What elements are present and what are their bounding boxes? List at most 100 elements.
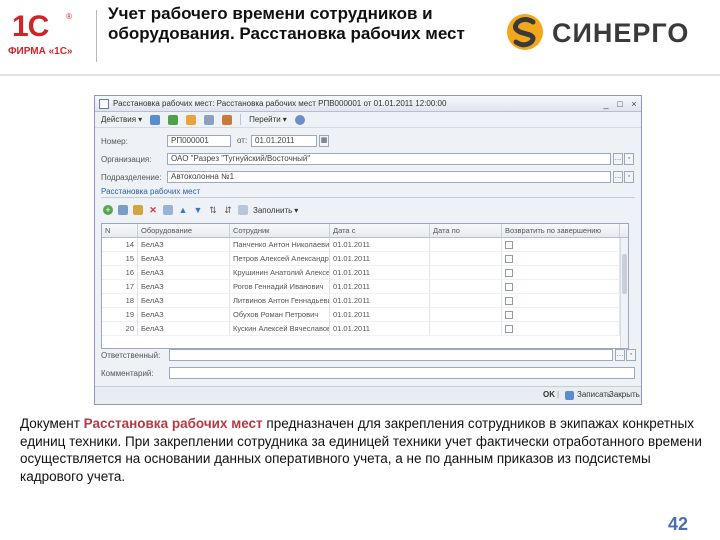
cell-date-to[interactable] bbox=[430, 308, 502, 321]
select-icon[interactable]: … bbox=[615, 349, 625, 361]
document-icon bbox=[99, 98, 109, 109]
cell-employee[interactable]: Кускин Алексей Вячеславович bbox=[230, 322, 330, 335]
move-down-icon[interactable]: ▼ bbox=[193, 205, 203, 215]
table-row[interactable]: 14 БелАЗ Панченко Антон Николаевич 01.01.20… bbox=[102, 238, 628, 252]
actions-menu[interactable]: Действия ▾ bbox=[101, 115, 142, 124]
return-checkbox[interactable] bbox=[505, 311, 513, 319]
minimize-icon[interactable]: _ bbox=[599, 98, 613, 110]
cell-date-from[interactable]: 01.01.2011 bbox=[330, 280, 430, 293]
select-icon[interactable]: … bbox=[613, 171, 623, 183]
column-header-employee[interactable]: Сотрудник bbox=[230, 224, 330, 237]
cell-equipment[interactable]: БелАЗ bbox=[138, 252, 230, 265]
cell-equipment[interactable]: БелАЗ bbox=[138, 308, 230, 321]
responsible-input[interactable] bbox=[169, 349, 613, 361]
cell-employee[interactable]: Петров Алексей Александрович bbox=[230, 252, 330, 265]
cell-date-to[interactable] bbox=[430, 252, 502, 265]
save-button[interactable]: Записать bbox=[577, 390, 611, 399]
edit-row-icon[interactable] bbox=[133, 205, 143, 215]
cell-equipment[interactable]: БелАЗ bbox=[138, 322, 230, 335]
structure-icon[interactable] bbox=[222, 114, 233, 125]
cell-date-to[interactable] bbox=[430, 238, 502, 251]
row-number[interactable]: 17 bbox=[102, 280, 138, 293]
open-icon[interactable]: ◦ bbox=[624, 171, 634, 183]
return-checkbox[interactable] bbox=[505, 241, 513, 249]
return-checkbox[interactable] bbox=[505, 325, 513, 333]
table-settings-icon[interactable] bbox=[238, 205, 248, 215]
open-icon[interactable]: ◦ bbox=[626, 349, 636, 361]
dept-input[interactable]: Автоколонна №1 bbox=[167, 171, 611, 183]
cell-employee[interactable]: Панченко Антон Николаевич bbox=[230, 238, 330, 251]
cell-date-to[interactable] bbox=[430, 322, 502, 335]
post-icon[interactable] bbox=[204, 114, 215, 125]
cell-employee[interactable]: Крушинин Анатолий Алексеевич bbox=[230, 266, 330, 279]
cell-date-to[interactable] bbox=[430, 280, 502, 293]
number-row: Номер: bbox=[101, 134, 128, 148]
cell-date-from[interactable]: 01.01.2011 bbox=[330, 308, 430, 321]
cell-equipment[interactable]: БелАЗ bbox=[138, 294, 230, 307]
end-edit-icon[interactable] bbox=[163, 205, 173, 215]
cell-equipment[interactable]: БелАЗ bbox=[138, 238, 230, 251]
cell-employee[interactable]: Литвинов Антон Геннадьевич bbox=[230, 294, 330, 307]
open-icon[interactable]: ◦ bbox=[624, 153, 634, 165]
row-number[interactable]: 19 bbox=[102, 308, 138, 321]
description-text: Документ Расстановка рабочих мест предна… bbox=[20, 415, 704, 485]
table-row[interactable]: 15БелАЗПетров Алексей Александрович01.01… bbox=[102, 252, 628, 266]
row-number[interactable]: 18 bbox=[102, 294, 138, 307]
column-header-date-to[interactable]: Дата по bbox=[430, 224, 502, 237]
select-icon[interactable]: … bbox=[613, 153, 623, 165]
cell-equipment[interactable]: БелАЗ bbox=[138, 280, 230, 293]
return-checkbox[interactable] bbox=[505, 297, 513, 305]
add-row-icon[interactable]: + bbox=[103, 205, 113, 215]
comment-input[interactable] bbox=[169, 367, 635, 379]
sort-desc-icon[interactable]: ⇵ bbox=[223, 205, 233, 215]
fill-menu[interactable]: Заполнить ▾ bbox=[253, 206, 298, 215]
scrollbar-thumb[interactable] bbox=[622, 254, 627, 294]
goto-menu[interactable]: Перейти ▾ bbox=[249, 115, 287, 124]
cell-date-to[interactable] bbox=[430, 294, 502, 307]
row-number[interactable]: 20 bbox=[102, 322, 138, 335]
ok-button[interactable]: OK bbox=[543, 390, 555, 399]
cell-date-from[interactable]: 01.01.2011 bbox=[330, 238, 430, 251]
date-input[interactable]: 01.01.2011 bbox=[251, 135, 317, 147]
window-titlebar[interactable]: Расстановка рабочих мест: Расстановка ра… bbox=[95, 96, 641, 112]
cell-date-to[interactable] bbox=[430, 266, 502, 279]
cell-date-from[interactable]: 01.01.2011 bbox=[330, 294, 430, 307]
sort-asc-icon[interactable]: ⇅ bbox=[208, 205, 218, 215]
cell-date-from[interactable]: 01.01.2011 bbox=[330, 252, 430, 265]
copy-row-icon[interactable] bbox=[118, 205, 128, 215]
move-up-icon[interactable]: ▲ bbox=[178, 205, 188, 215]
table-row[interactable]: 17 БелАЗ Рогов Геннадий Иванович 01.01.2011 bbox=[102, 280, 628, 294]
close-icon[interactable]: × bbox=[627, 98, 641, 110]
cell-date-from[interactable]: 01.01.2011 bbox=[330, 322, 430, 335]
row-number[interactable]: 14 bbox=[102, 238, 138, 251]
table-row[interactable]: 18 БелАЗ Литвинов Антон Геннадьевич 01.01.2… bbox=[102, 294, 628, 308]
table-row[interactable]: 19 БелАЗ Обухов Роман Петрович 01.01.2011 bbox=[102, 308, 628, 322]
save-icon[interactable] bbox=[150, 114, 161, 125]
column-header-equipment[interactable]: Оборудование bbox=[138, 224, 230, 237]
table-scrollbar[interactable] bbox=[620, 238, 628, 348]
maximize-icon[interactable]: □ bbox=[613, 98, 627, 110]
help-icon[interactable] bbox=[294, 114, 305, 125]
delete-row-icon[interactable]: ✕ bbox=[148, 205, 158, 215]
cell-employee[interactable]: Рогов Геннадий Иванович bbox=[230, 280, 330, 293]
column-header-date-from[interactable]: Дата с bbox=[330, 224, 430, 237]
close-button[interactable]: Закрыть bbox=[609, 390, 640, 399]
org-input[interactable]: ОАО "Разрез "Тугнуйский/Восточный" bbox=[167, 153, 611, 165]
table-row[interactable]: 16БелАЗКрушинин Анатолий Алексеевич01.01… bbox=[102, 266, 628, 280]
row-number[interactable]: 16 bbox=[102, 266, 138, 279]
row-number[interactable]: 15 bbox=[102, 252, 138, 265]
calendar-icon[interactable]: ▦ bbox=[319, 135, 329, 147]
save-icon bbox=[565, 391, 574, 400]
cell-date-from[interactable]: 01.01.2011 bbox=[330, 266, 430, 279]
refresh-icon[interactable] bbox=[186, 114, 197, 125]
cell-employee[interactable]: Обухов Роман Петрович bbox=[230, 308, 330, 321]
return-checkbox[interactable] bbox=[505, 255, 513, 263]
return-checkbox[interactable] bbox=[505, 269, 513, 277]
column-header-return[interactable]: Возвратить по завершению bbox=[502, 224, 620, 237]
return-checkbox[interactable] bbox=[505, 283, 513, 291]
cell-equipment[interactable]: БелАЗ bbox=[138, 266, 230, 279]
table-row[interactable]: 20 БелАЗ Кускин Алексей Вячеславович 01.01.… bbox=[102, 322, 628, 336]
column-header-n[interactable]: N bbox=[102, 224, 138, 237]
save-close-icon[interactable] bbox=[168, 114, 179, 125]
number-input[interactable]: РП000001 bbox=[167, 135, 231, 147]
